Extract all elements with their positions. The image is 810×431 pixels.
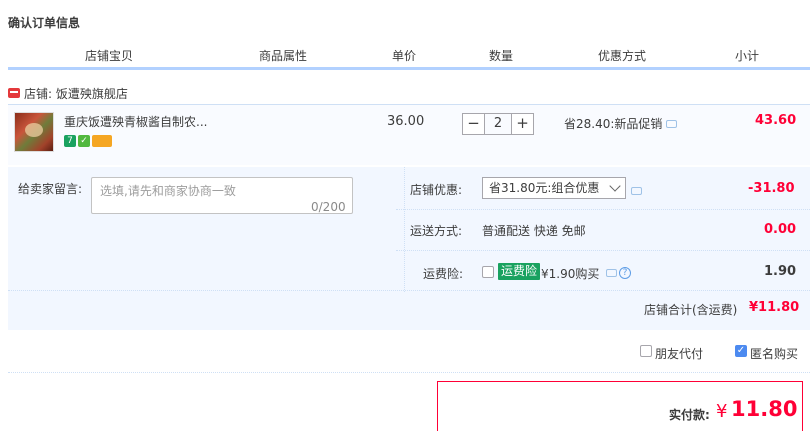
pay-currency: ¥: [716, 401, 728, 422]
help-icon[interactable]: ?: [619, 267, 631, 279]
promotion-text: 省28.40:新品促销: [564, 117, 663, 131]
insurance-price-text: ¥1.90购买: [541, 267, 600, 281]
chat-icon[interactable]: [666, 120, 678, 128]
shop-total-label: 店铺合计(含运费): [644, 303, 738, 317]
friend-pay-label[interactable]: 朋友代付: [655, 345, 703, 362]
quantity-decrement-button[interactable]: −: [462, 113, 485, 135]
guarantee-icon[interactable]: ✓: [78, 135, 90, 147]
column-header-subtotal: 小计: [735, 49, 760, 63]
chevron-down-icon: [609, 180, 621, 192]
divider: [396, 209, 810, 210]
promotion: 省28.40:新品促销: [564, 115, 678, 132]
shipping-method-value: 普通配送 快递 免邮: [482, 224, 586, 238]
shop-discount-value: -31.80: [748, 181, 795, 196]
discount-chat: [631, 184, 642, 198]
shop-discount-select[interactable]: 省31.80元:组合优惠: [482, 177, 626, 199]
friend-pay-checkbox[interactable]: [640, 345, 652, 357]
column-header-unit-price: 单价: [392, 49, 417, 63]
insurance-help: ?: [606, 267, 631, 279]
column-header-discount: 优惠方式: [598, 49, 647, 63]
insurance-value: 1.90: [764, 264, 797, 279]
pay-label: 实付款:: [669, 408, 710, 422]
column-header-attributes: 商品属性: [259, 49, 308, 63]
item-subtotal: 43.60: [755, 113, 797, 128]
shop-total-value: ¥11.80: [749, 300, 800, 315]
page-title: 确认订单信息: [8, 16, 81, 30]
shipping-fee: 0.00: [764, 222, 797, 237]
quantity-stepper: − 2 +: [462, 113, 534, 135]
insurance-checkbox[interactable]: [482, 266, 494, 278]
chat-icon[interactable]: [606, 269, 617, 277]
divider: [8, 372, 810, 373]
seven-day-return-icon[interactable]: 7: [64, 135, 76, 147]
service-badges: 7 ✓: [64, 135, 112, 147]
header-divider: [8, 67, 810, 70]
message-char-count: 0/200: [311, 200, 346, 214]
anonymous-checkbox[interactable]: ✓: [735, 345, 747, 357]
divider: [8, 290, 810, 291]
credit-card-icon[interactable]: [92, 135, 112, 147]
seller-message-placeholder: 选填,请先和商家协商一致: [100, 184, 236, 198]
shipping-method-label: 运送方式:: [410, 224, 463, 238]
insurance-label: 运费险:: [423, 267, 464, 281]
divider: [396, 250, 810, 251]
shop-discount-selected: 省31.80元:组合优惠: [489, 181, 600, 195]
product-title[interactable]: 重庆饭遭殃青椒酱自制农...: [64, 113, 207, 130]
seller-message-label: 给卖家留言:: [18, 182, 83, 196]
quantity-increment-button[interactable]: +: [511, 113, 534, 135]
anonymous-label[interactable]: 匿名购买: [750, 345, 798, 362]
product-thumbnail[interactable]: [14, 112, 54, 152]
pay-amount: 11.80: [731, 397, 798, 421]
shop-name[interactable]: 店铺: 饭遭殃旗舰店: [24, 85, 128, 102]
insurance-badge: 运费险: [498, 263, 541, 280]
shop-icon: [8, 88, 20, 98]
column-header-shop-item: 店铺宝贝: [85, 49, 134, 63]
unit-price: 36.00: [387, 114, 425, 129]
quantity-input[interactable]: 2: [485, 113, 511, 135]
shop-discount-label: 店铺优惠:: [410, 183, 463, 197]
chat-icon[interactable]: [631, 187, 642, 195]
column-header-quantity: 数量: [489, 49, 514, 63]
